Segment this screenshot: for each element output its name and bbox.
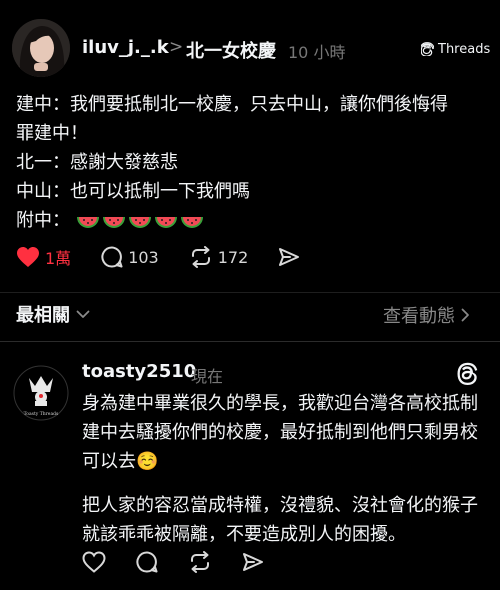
comment-button[interactable] bbox=[136, 551, 158, 573]
post-line-prefix: 附中： bbox=[16, 210, 70, 231]
watermelon-icon bbox=[103, 217, 125, 228]
section-divider bbox=[0, 292, 500, 293]
post-line: 北一：感謝大發慈悲 bbox=[16, 152, 178, 173]
repost-icon bbox=[191, 551, 209, 573]
comment-icon bbox=[101, 246, 123, 268]
send-icon bbox=[243, 553, 263, 571]
watermelon-icon bbox=[181, 217, 203, 228]
section-divider bbox=[0, 341, 500, 342]
comment-count: 103 bbox=[128, 247, 159, 267]
view-activity-link[interactable]: 查看動態 bbox=[383, 302, 470, 328]
like-button[interactable]: 1萬 bbox=[16, 245, 71, 269]
chevron-right-icon bbox=[461, 308, 469, 322]
chevron-down-icon bbox=[76, 310, 90, 318]
sort-label: 最相關 bbox=[16, 305, 70, 326]
post-line: 中山：也可以抵制一下我們嗎 bbox=[16, 181, 250, 202]
heart-icon bbox=[82, 551, 106, 573]
avatar-logo-text: Toasty Threads bbox=[24, 411, 59, 417]
send-icon bbox=[279, 248, 300, 266]
post-author-avatar[interactable] bbox=[12, 19, 70, 77]
post-username[interactable]: iluv_j._.k bbox=[82, 37, 169, 58]
sort-dropdown[interactable]: 最相關 bbox=[16, 301, 90, 327]
activity-label: 查看動態 bbox=[383, 306, 455, 327]
watermelon-icon bbox=[129, 217, 151, 228]
post-line: 罪建中！ bbox=[16, 123, 88, 144]
watermelon-icon bbox=[77, 217, 99, 228]
comment-button[interactable]: 103 bbox=[101, 246, 159, 268]
like-count: 1萬 bbox=[45, 249, 72, 268]
repost-button[interactable] bbox=[188, 551, 212, 573]
threads-label: Threads bbox=[438, 41, 491, 57]
watermelon-icon bbox=[155, 217, 177, 228]
threads-logo-icon[interactable] bbox=[457, 362, 479, 386]
heart-filled-icon bbox=[17, 247, 39, 267]
reply-paragraph: 把人家的容忍當成特權，沒禮貌、沒社會化的猴子就該乖乖被隔離，不要造成別人的困擾。 bbox=[82, 495, 478, 545]
reply-paragraph: 身為建中畢業很久的學長，我歡迎台灣各高校抵制建中去騷擾你們的校慶，最好抵制到他們… bbox=[82, 393, 478, 472]
reply-action-bar bbox=[82, 548, 264, 576]
post-line-emoji: 附中： bbox=[16, 206, 486, 235]
topic-separator: > bbox=[169, 37, 184, 57]
reply-author-avatar[interactable]: Toasty Threads bbox=[12, 364, 70, 422]
share-button[interactable] bbox=[278, 247, 300, 267]
like-button[interactable] bbox=[82, 551, 106, 573]
post-action-bar: 1萬 103 172 bbox=[16, 243, 330, 271]
threads-badge[interactable]: Threads bbox=[421, 40, 490, 58]
post-line: 建中：我們要抵制北一校慶，只去中山，讓你們後悔得 bbox=[16, 94, 448, 115]
reply-body: 身為建中畢業很久的學長，我歡迎台灣各高校抵制建中去騷擾你們的校慶，最好抵制到他們… bbox=[82, 389, 488, 564]
repost-count: 172 bbox=[217, 247, 249, 267]
post-timestamp: 10 小時 bbox=[288, 43, 346, 62]
post-body: 建中：我們要抵制北一校慶，只去中山，讓你們後悔得 罪建中！ 北一：感謝大發慈悲 … bbox=[16, 90, 486, 235]
watermelon-row bbox=[76, 211, 204, 231]
reply-username[interactable]: toasty2510 bbox=[82, 361, 196, 382]
threads-logo-icon bbox=[421, 42, 434, 56]
post-topic-tag[interactable]: 北一女校慶 bbox=[186, 37, 276, 63]
repost-icon bbox=[191, 246, 210, 268]
comment-icon bbox=[136, 551, 158, 573]
reply-timestamp: 現在 bbox=[191, 367, 224, 386]
share-button[interactable] bbox=[242, 552, 264, 572]
repost-button[interactable]: 172 bbox=[189, 246, 249, 268]
